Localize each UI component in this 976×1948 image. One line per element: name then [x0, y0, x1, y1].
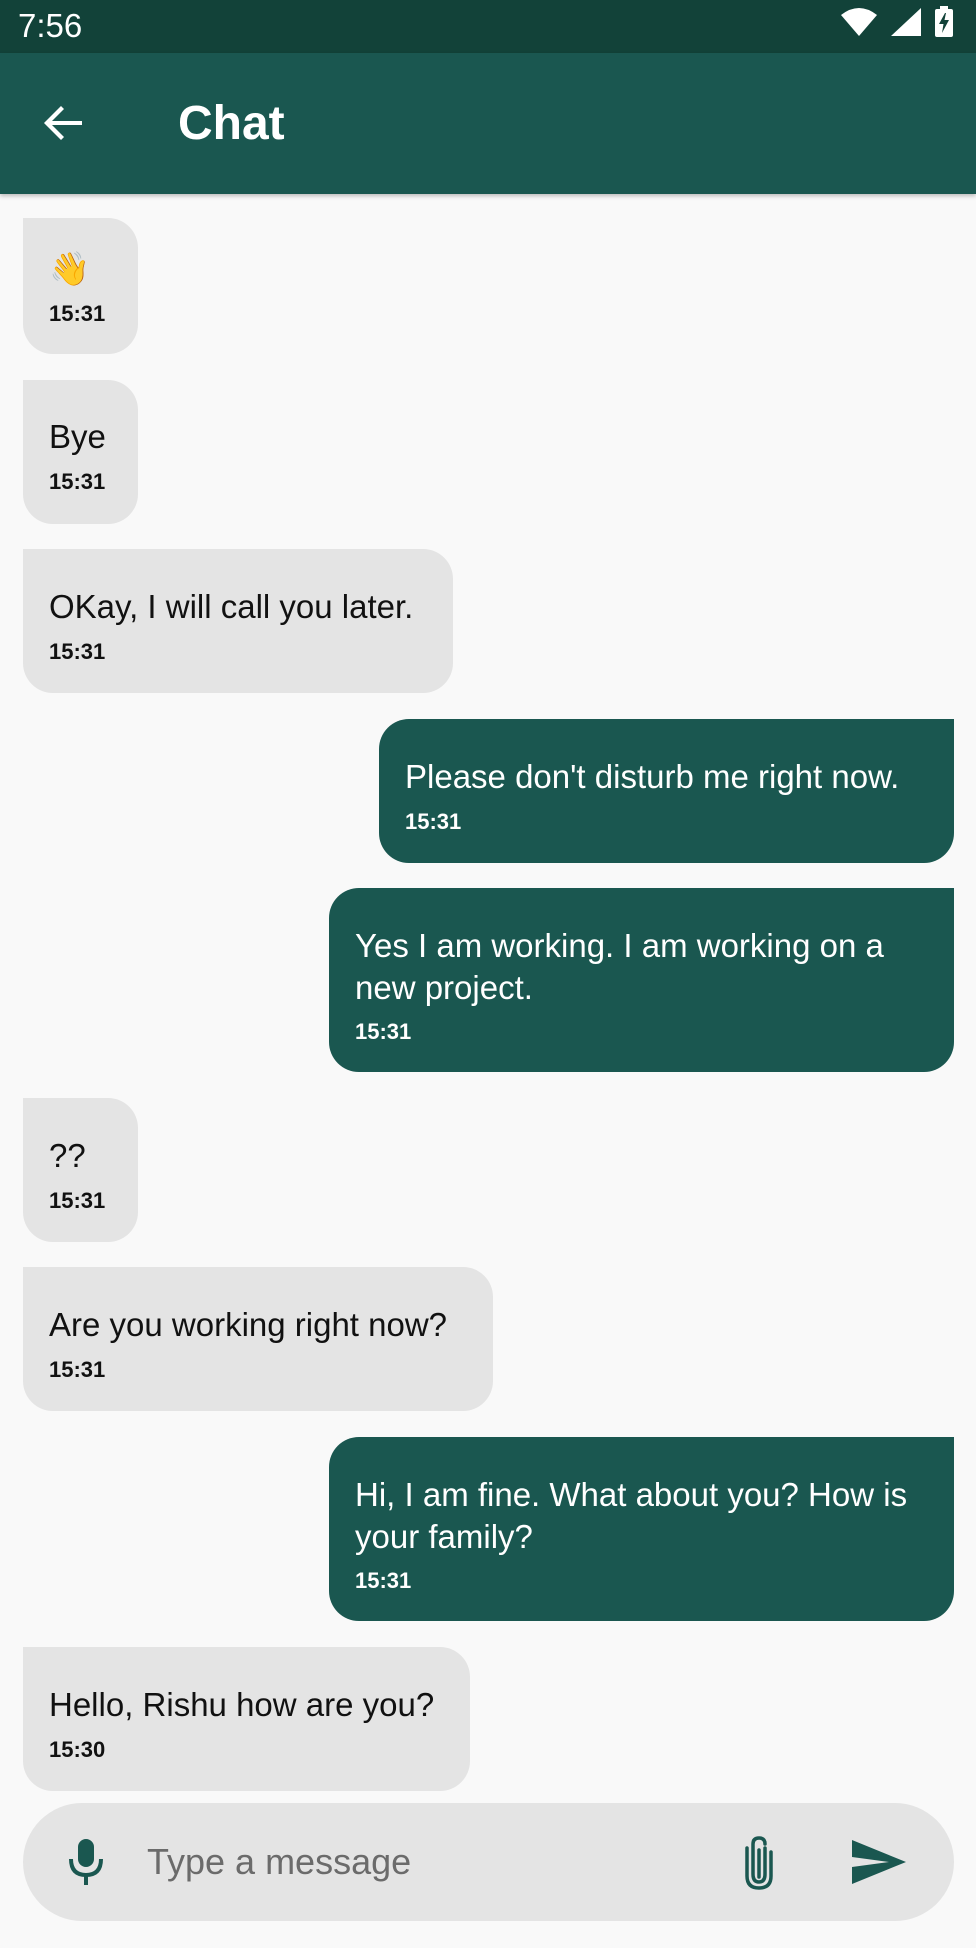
message-text: Please don't disturb me right now.	[405, 758, 900, 795]
arrow-left-icon	[44, 106, 82, 140]
voice-button[interactable]	[57, 1833, 115, 1891]
message-bubble[interactable]: Hi, I am fine. What about you? How is yo…	[329, 1437, 954, 1621]
message-time: 15:31	[355, 1568, 412, 1593]
message-time: 15:31	[405, 809, 462, 834]
message-text: Are you working right now?	[49, 1306, 448, 1343]
wifi-icon	[840, 7, 878, 42]
message-time: 15:31	[49, 1357, 106, 1382]
message-text: ??	[49, 1137, 86, 1174]
message-bubble[interactable]: ?? 15:31	[23, 1098, 138, 1242]
message-time: 15:30	[49, 1737, 106, 1762]
microphone-icon	[69, 1839, 103, 1885]
send-button[interactable]	[847, 1832, 911, 1892]
attach-button[interactable]	[729, 1832, 789, 1892]
status-bar: 7:56	[0, 0, 976, 53]
message-bubble[interactable]: Hello, Rishu how are you? 15:30	[23, 1647, 470, 1791]
message-time: 15:31	[355, 1019, 412, 1044]
message-text: Hello, Rishu how are you?	[49, 1686, 435, 1723]
message-bubble[interactable]: Bye 15:31	[23, 380, 138, 524]
message-text: Hi, I am fine. What about you? How is yo…	[355, 1476, 908, 1555]
message-time: 15:31	[49, 469, 106, 494]
paperclip-icon	[745, 1836, 773, 1890]
message-composer	[23, 1803, 954, 1921]
message-time: 15:31	[49, 639, 106, 664]
message-bubble[interactable]: Are you working right now? 15:31	[23, 1267, 493, 1411]
message-input[interactable]	[145, 1831, 709, 1893]
message-bubble[interactable]: Yes I am working. I am working on a new …	[329, 888, 954, 1072]
message-text: OKay, I will call you later.	[49, 588, 414, 625]
send-icon	[852, 1840, 906, 1884]
signal-icon	[890, 7, 922, 42]
message-time: 15:31	[49, 301, 106, 326]
status-time: 7:56	[18, 7, 83, 44]
message-bubble[interactable]: Please don't disturb me right now. 15:31	[379, 719, 954, 863]
page-title: Chat	[178, 97, 285, 150]
status-icons	[840, 5, 954, 43]
app-bar: Chat	[0, 53, 976, 194]
message-time: 15:31	[49, 1188, 106, 1213]
back-button[interactable]	[40, 99, 88, 147]
battery-charging-icon	[934, 5, 954, 43]
message-text: Bye	[49, 418, 106, 455]
message-text: 👋	[49, 250, 91, 287]
message-bubble[interactable]: OKay, I will call you later. 15:31	[23, 549, 453, 693]
message-text: Yes I am working. I am working on a new …	[355, 927, 884, 1006]
message-bubble[interactable]: 👋 15:31	[23, 218, 138, 354]
